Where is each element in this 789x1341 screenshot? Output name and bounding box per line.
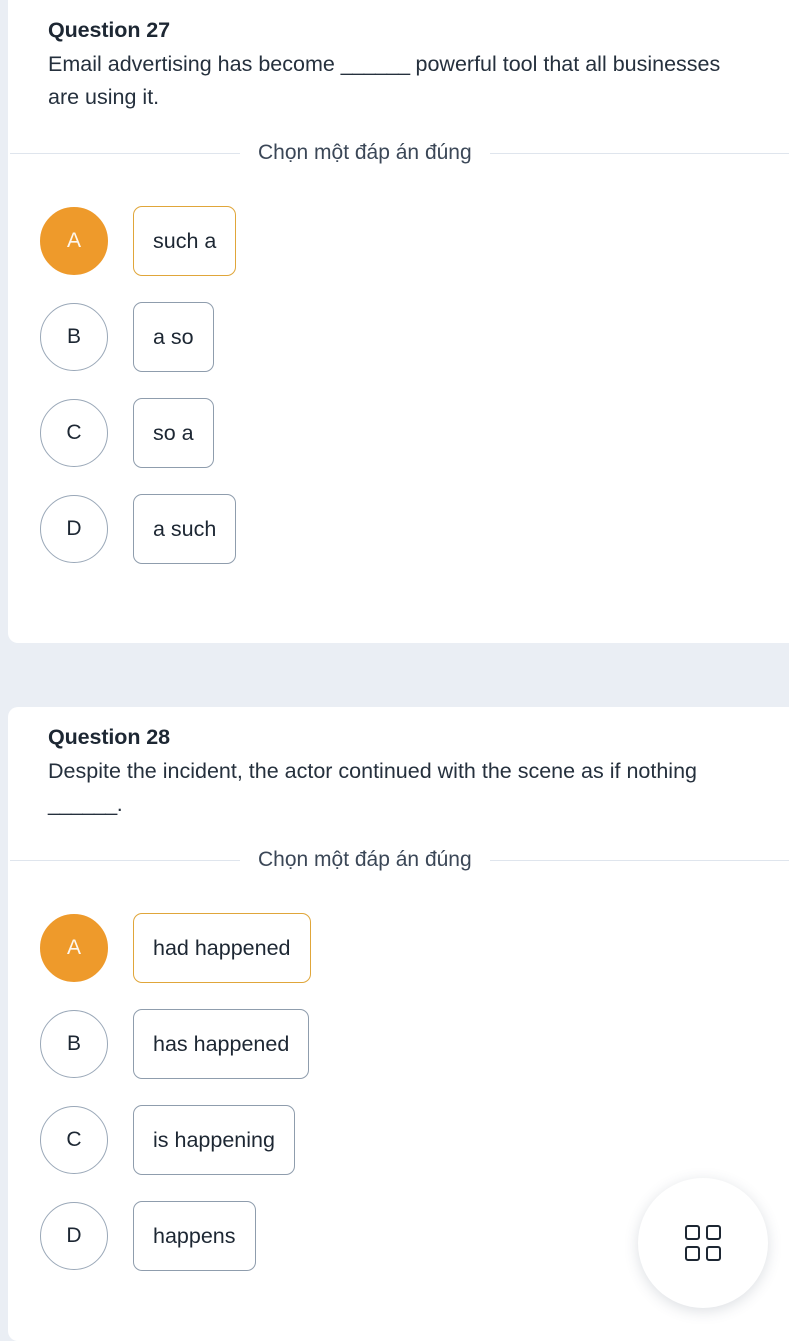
option-answer-a[interactable]: such a: [133, 206, 237, 277]
question-text-before: Despite the incident, the actor continue…: [48, 759, 697, 783]
answer-blank: ______: [340, 52, 410, 76]
choose-answer-label: Chọn một đáp án đúng: [258, 848, 472, 872]
option-row-d[interactable]: D a such: [40, 481, 789, 577]
option-row-c[interactable]: C is happening: [40, 1092, 789, 1188]
option-badge-a[interactable]: A: [40, 914, 108, 983]
grid-square-4: [706, 1246, 721, 1261]
question-card-27: Question 27 Email advertising has become…: [8, 0, 789, 643]
question-heading: Question 28: [48, 725, 170, 749]
option-badge-c[interactable]: C: [40, 399, 108, 468]
option-answer-d[interactable]: happens: [133, 1201, 256, 1272]
option-answer-c[interactable]: so a: [133, 398, 214, 469]
option-badge-d[interactable]: D: [40, 495, 108, 564]
option-row-a[interactable]: A such a: [40, 193, 789, 289]
grid-four-squares-icon: [685, 1225, 721, 1261]
option-badge-d[interactable]: D: [40, 1202, 108, 1271]
option-row-c[interactable]: C so a: [40, 385, 789, 481]
option-row-b[interactable]: B has happened: [40, 996, 789, 1092]
option-badge-c[interactable]: C: [40, 1106, 108, 1175]
question-text: Despite the incident, the actor continue…: [8, 750, 768, 820]
answer-blank: ______: [48, 791, 117, 816]
option-answer-b[interactable]: a so: [133, 302, 214, 373]
question-heading: Question 27: [48, 18, 170, 42]
option-answer-c[interactable]: is happening: [133, 1105, 295, 1176]
options-list: A such a B a so C so a D a such: [8, 165, 789, 577]
choose-answer-divider-row: Chọn một đáp án đúng: [8, 848, 789, 872]
grid-square-1: [685, 1225, 700, 1240]
divider-left: [10, 859, 240, 861]
option-answer-b[interactable]: has happened: [133, 1009, 310, 1080]
grid-square-2: [706, 1225, 721, 1240]
question-text-after: .: [116, 791, 123, 816]
question-text-before: Email advertising has become: [48, 52, 341, 76]
option-answer-d[interactable]: a such: [133, 494, 237, 565]
choose-answer-divider-row: Chọn một đáp án đúng: [8, 141, 789, 165]
divider-left: [10, 152, 240, 154]
option-row-a[interactable]: A had happened: [40, 900, 789, 996]
option-badge-b[interactable]: B: [40, 303, 108, 372]
option-answer-a[interactable]: had happened: [133, 913, 311, 984]
question-navigator-button[interactable]: [638, 1178, 768, 1308]
divider-right: [489, 152, 789, 154]
option-badge-a[interactable]: A: [40, 207, 108, 276]
choose-answer-label: Chọn một đáp án đúng: [258, 141, 472, 165]
divider-right: [489, 859, 789, 861]
grid-square-3: [685, 1246, 700, 1261]
option-badge-b[interactable]: B: [40, 1010, 108, 1079]
option-row-b[interactable]: B a so: [40, 289, 789, 385]
question-text: Email advertising has become ______ powe…: [8, 43, 768, 113]
